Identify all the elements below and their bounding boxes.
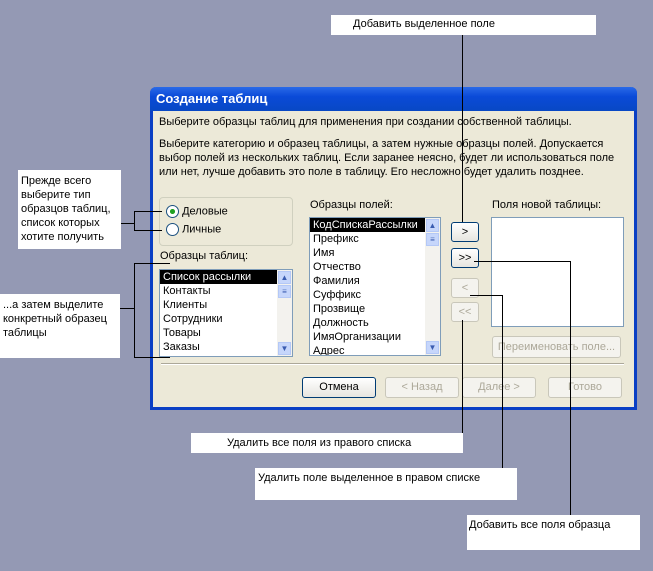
callout-lines bbox=[120, 35, 571, 515]
